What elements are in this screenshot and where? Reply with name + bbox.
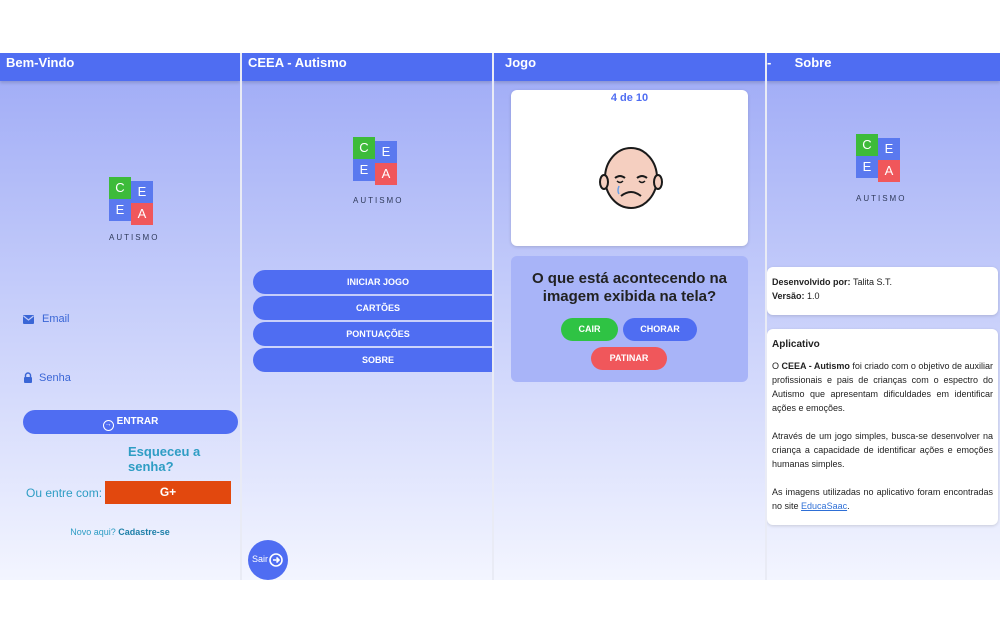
- about-title: Sobre: [794, 55, 832, 70]
- option-patinar[interactable]: PATINAR: [591, 347, 667, 370]
- home-title: CEEA - Autismo: [248, 55, 347, 70]
- game-appbar: Jogo: [494, 53, 765, 81]
- question-panel: O que está acontecendo na imagem exibida…: [511, 256, 748, 382]
- login-icon: →: [102, 420, 114, 431]
- logo-letter-c: C: [856, 134, 878, 156]
- game-title: Jogo: [505, 55, 537, 70]
- version-row: Versão: 1.0: [772, 289, 993, 303]
- developer-value: Talita S.T.: [853, 277, 893, 287]
- email-field[interactable]: Email: [42, 313, 70, 325]
- ceea-logo: C E E A: [856, 134, 900, 182]
- logo-word: AUTISMO: [109, 233, 160, 242]
- exit-button[interactable]: Sair: [248, 540, 288, 580]
- welcome-appbar: Bem-Vindo: [0, 53, 240, 81]
- google-login-button[interactable]: G+: [105, 481, 231, 504]
- option-chorar[interactable]: CHORAR: [623, 318, 697, 341]
- ceea-logo: C E E A: [109, 177, 153, 225]
- developer-card: Desenvolvido por: Talita S.T. Versão: 1.…: [767, 267, 998, 315]
- welcome-screen: Bem-Vindo C E E A AUTISMO Email Senha → E…: [0, 53, 240, 580]
- app-heading: Aplicativo: [772, 339, 820, 350]
- logo-letter-e: E: [131, 181, 153, 203]
- p1-bold: CEEA - Autismo: [781, 361, 850, 371]
- about-appbar: - Sobre: [767, 53, 1000, 81]
- crying-face-image: [599, 147, 663, 209]
- alt-login-label: Ou entre com:: [26, 486, 103, 500]
- home-appbar: CEEA - Autismo: [242, 53, 492, 81]
- version-label: Versão:: [772, 291, 805, 301]
- exit-icon: [269, 553, 283, 567]
- logo-letter-e2: E: [856, 156, 878, 178]
- lock-icon: [24, 372, 32, 383]
- menu-about[interactable]: SOBRE: [253, 348, 492, 372]
- logo-letter-e: E: [375, 141, 397, 163]
- about-screen: - Sobre C E E A AUTISMO Desenvolvido por…: [767, 53, 1000, 580]
- game-screen: Jogo 4 de 10 O que está acontecendo na i…: [494, 53, 765, 580]
- logo-letter-a: A: [131, 203, 153, 225]
- progress-counter: 4 de 10: [610, 92, 649, 104]
- logo-letter-e2: E: [109, 199, 131, 221]
- password-field[interactable]: Senha: [39, 372, 71, 384]
- logo-letter-c: C: [109, 177, 131, 199]
- menu-scores[interactable]: PONTUAÇÕES: [253, 322, 492, 346]
- app-info-card: Aplicativo O CEEA - Autismo foi criado c…: [767, 329, 998, 525]
- p1-prefix: O: [772, 361, 780, 371]
- welcome-title: Bem-Vindo: [6, 55, 75, 70]
- signup-row: Novo aqui? Cadastre-se: [0, 527, 240, 537]
- developer-row: Desenvolvido por: Talita S.T.: [772, 275, 993, 289]
- logo-letter-a: A: [375, 163, 397, 185]
- google-icon: G+: [159, 485, 177, 499]
- developer-label: Desenvolvido por:: [772, 277, 851, 287]
- signup-prefix: Novo aqui?: [70, 527, 116, 537]
- menu-start-game[interactable]: INICIAR JOGO: [253, 270, 492, 294]
- login-button-label: ENTRAR: [116, 416, 159, 427]
- login-button[interactable]: → ENTRAR: [23, 410, 238, 434]
- menu-cards[interactable]: CARTÕES: [253, 296, 492, 320]
- option-cair[interactable]: CAIR: [561, 318, 618, 341]
- signup-link[interactable]: Cadastre-se: [118, 527, 170, 537]
- logo-letter-e: E: [878, 138, 900, 160]
- logo-word: AUTISMO: [353, 196, 404, 205]
- exit-label: Sair: [252, 554, 269, 564]
- question-text: O que está acontecendo na imagem exibida…: [531, 270, 728, 305]
- educasaac-link[interactable]: EducaSaac: [801, 501, 847, 511]
- version-value: 1.0: [807, 291, 820, 301]
- app-goal: Através de um jogo simples, busca-se des…: [772, 431, 993, 469]
- back-arrow-icon[interactable]: -: [767, 53, 775, 73]
- app-description: O CEEA - Autismo foi criado com o objeti…: [772, 359, 993, 415]
- ceea-logo: C E E A: [353, 137, 397, 185]
- email-icon: [23, 315, 34, 324]
- logo-letter-a: A: [878, 160, 900, 182]
- image-card: 4 de 10: [511, 90, 748, 246]
- logo-letter-c: C: [353, 137, 375, 159]
- home-screen: CEEA - Autismo C E E A AUTISMO INICIAR J…: [242, 53, 492, 580]
- forgot-password-link[interactable]: Esqueceu a senha?: [128, 444, 240, 474]
- image-credits: As imagens utilizadas no aplicativo fora…: [772, 485, 993, 513]
- logo-word: AUTISMO: [856, 194, 907, 203]
- logo-letter-e2: E: [353, 159, 375, 181]
- p3-suffix: .: [847, 501, 850, 511]
